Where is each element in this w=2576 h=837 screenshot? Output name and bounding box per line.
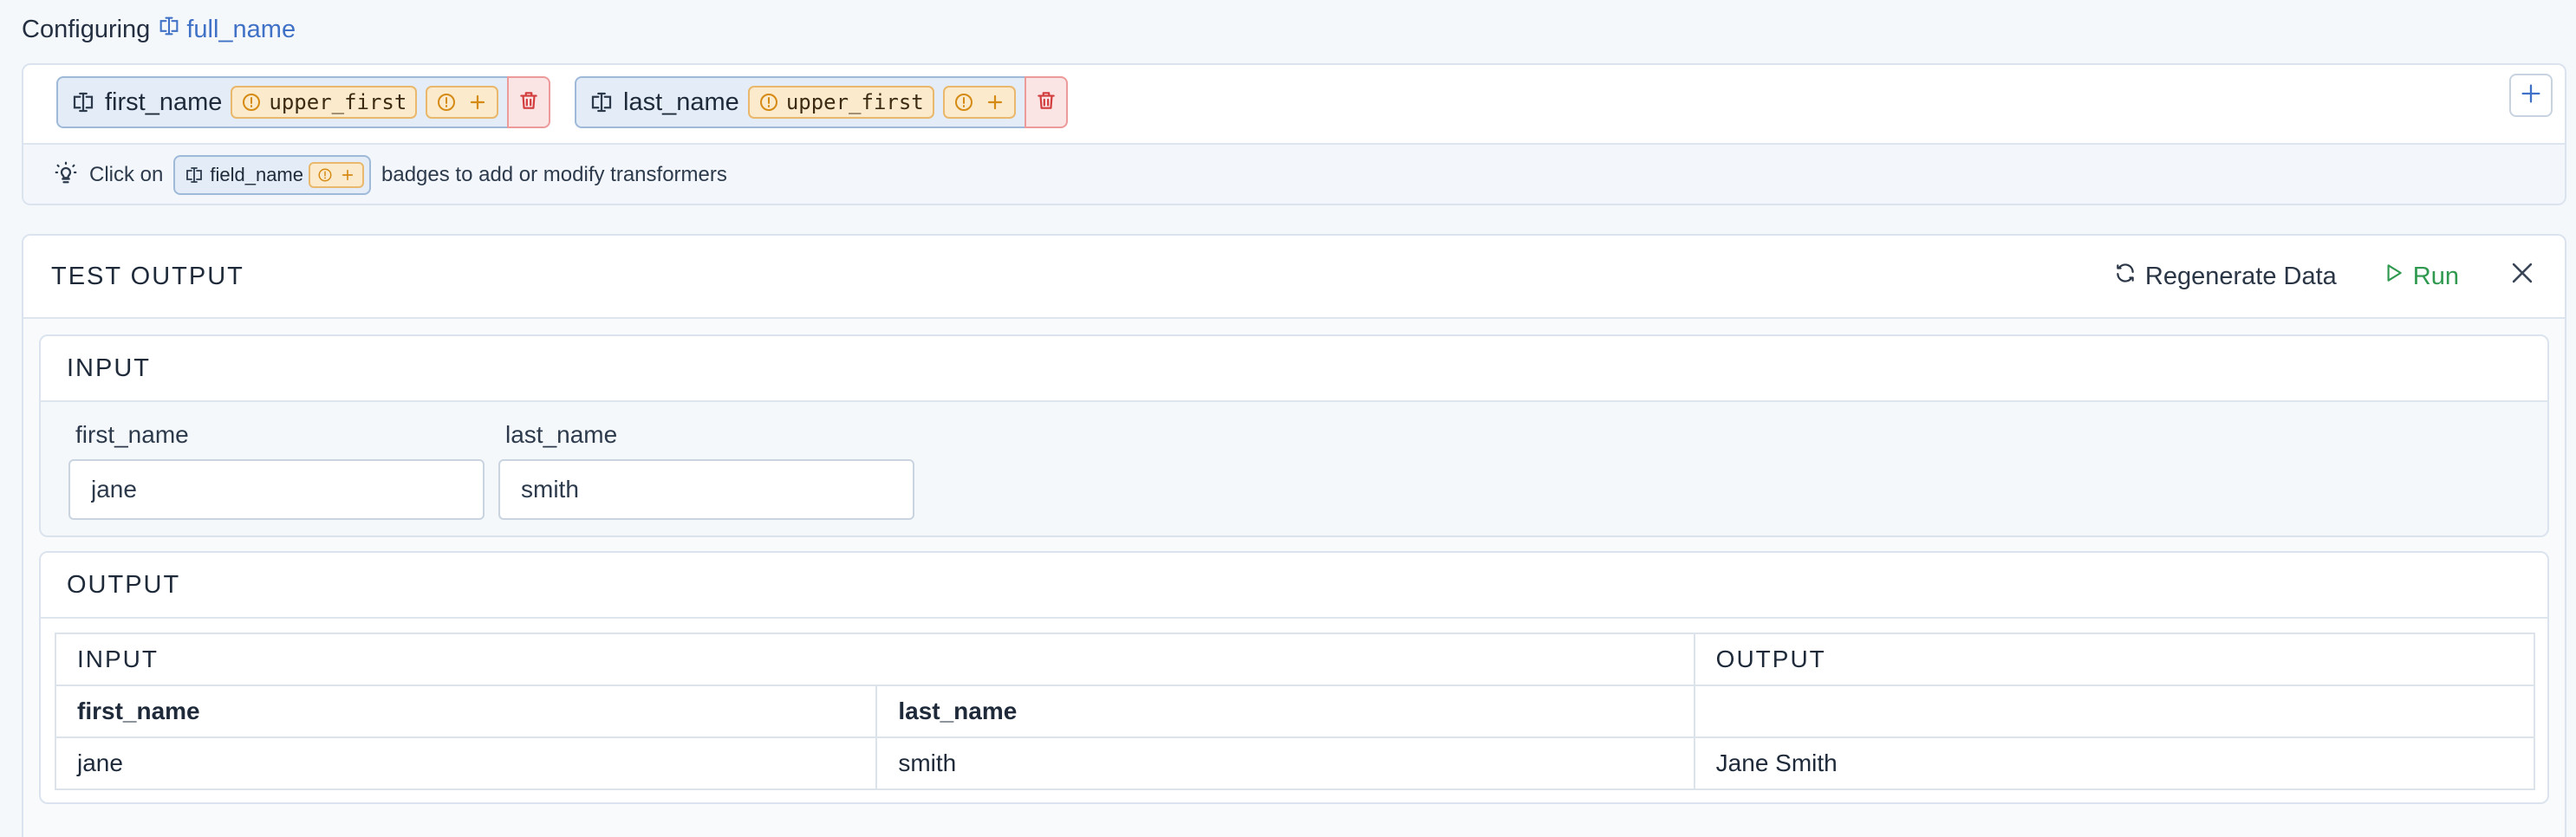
table-cell: smith	[875, 736, 1695, 790]
regenerate-data-button[interactable]: Regenerate Data	[2114, 262, 2337, 291]
input-section: INPUT first_name last_name	[39, 334, 2549, 537]
table-cell: Jane Smith	[1693, 736, 2536, 790]
regenerate-label: Regenerate Data	[2144, 262, 2337, 290]
trash-icon	[517, 89, 540, 116]
transformer-label: upper_first	[269, 90, 407, 114]
last-name-input[interactable]	[498, 459, 914, 520]
lightbulb-icon	[53, 159, 79, 191]
field-type-icon	[70, 89, 96, 115]
delete-field-button[interactable]	[507, 76, 551, 128]
transformer-label: upper_first	[785, 90, 924, 114]
transformer-icon	[241, 92, 262, 113]
transformer-icon	[436, 92, 457, 113]
hint-suffix: badges to add or modify transformers	[381, 163, 727, 186]
source-fields-row: first_name upper_first last_name upper_f…	[23, 65, 2565, 145]
plus-icon	[340, 167, 355, 183]
close-icon	[2508, 258, 2537, 295]
config-title: Configuring full_name	[22, 12, 296, 47]
table-group-header: INPUT	[55, 633, 1695, 686]
test-output-panel: TEST OUTPUT Regenerate Data Run INPUT fi…	[22, 234, 2566, 837]
input-field-label: last_name	[505, 421, 618, 448]
transformer-badge[interactable]: upper_first	[231, 86, 418, 119]
plus-icon	[2519, 81, 2543, 110]
first-name-input[interactable]	[68, 459, 485, 520]
delete-field-button[interactable]	[1024, 76, 1068, 128]
input-field-first-name: first_name	[68, 421, 485, 520]
field-chip-label: last_name	[623, 88, 739, 116]
input-field-last-name: last_name	[498, 421, 914, 520]
add-transformer-badge[interactable]	[942, 86, 1016, 119]
field-type-icon	[184, 165, 205, 185]
test-output-header: TEST OUTPUT Regenerate Data Run	[23, 236, 2565, 319]
table-group-header: OUTPUT	[1693, 633, 2536, 686]
close-button[interactable]	[2508, 258, 2537, 295]
field-link[interactable]: full_name	[157, 14, 296, 45]
table-column-header: last_name	[875, 685, 1695, 738]
field-chip-label: first_name	[105, 88, 223, 116]
play-icon	[2382, 262, 2404, 291]
field-type-icon	[157, 14, 181, 45]
transformer-icon	[953, 92, 974, 113]
field-chip-body[interactable]: first_name upper_first	[56, 76, 508, 128]
hint-row: Click on field_name badges to add or mod…	[23, 145, 2565, 204]
run-label: Run	[2412, 262, 2459, 290]
configuring-label: Configuring	[22, 15, 151, 43]
field-config-box: first_name upper_first last_name upper_f…	[22, 63, 2566, 205]
add-transformer-badge[interactable]	[426, 86, 499, 119]
output-section: OUTPUT INPUT OUTPUT first_name last_name…	[39, 551, 2549, 804]
hint-field-chip: field_name	[173, 155, 371, 195]
field-type-icon	[589, 89, 615, 115]
field-chip-last-name: last_name upper_first	[575, 76, 1068, 128]
run-button[interactable]: Run	[2382, 262, 2459, 291]
transformer-icon	[317, 167, 333, 183]
plus-icon	[985, 92, 1005, 113]
plus-icon	[467, 92, 488, 113]
table-column-header	[1693, 685, 2536, 738]
table-group-header-row: INPUT OUTPUT	[55, 633, 2536, 686]
trash-icon	[1035, 89, 1057, 116]
test-output-title: TEST OUTPUT	[51, 262, 244, 290]
hint-prefix: Click on	[89, 163, 164, 186]
table-column-header-row: first_name last_name	[54, 685, 2536, 738]
field-link-label: full_name	[186, 15, 296, 43]
hint-transformer-badge	[309, 162, 364, 188]
field-chip-first-name: first_name upper_first	[56, 76, 551, 128]
table-cell: jane	[54, 736, 878, 790]
output-table: INPUT OUTPUT first_name last_name jane s…	[54, 633, 2536, 790]
field-chip-body[interactable]: last_name upper_first	[575, 76, 1025, 128]
table-column-header: first_name	[54, 685, 878, 738]
output-section-title: OUTPUT	[41, 553, 2547, 619]
transformer-icon	[758, 92, 779, 113]
input-field-label: first_name	[75, 421, 189, 448]
input-section-title: INPUT	[41, 336, 2547, 402]
transformer-badge[interactable]: upper_first	[747, 86, 934, 119]
add-field-button[interactable]	[2509, 74, 2553, 117]
hint-chip-label: field_name	[210, 164, 303, 185]
table-row: jane smith Jane Smith	[54, 736, 2536, 790]
refresh-icon	[2114, 262, 2137, 291]
